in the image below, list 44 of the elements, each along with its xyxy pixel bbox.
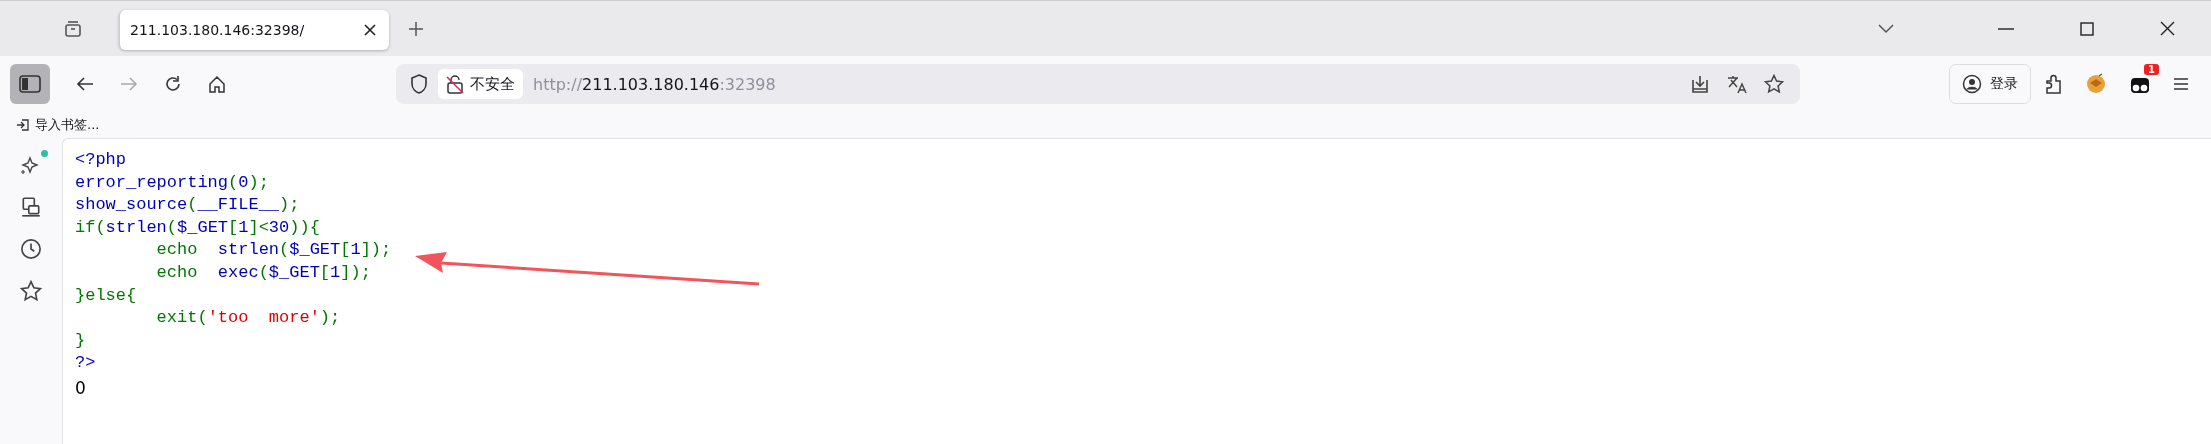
- code-line: show_source(__FILE__);: [75, 194, 300, 217]
- sidebar-toggle-button[interactable]: [10, 64, 50, 104]
- history-clock-icon[interactable]: [20, 238, 42, 260]
- account-icon: [1962, 74, 1982, 94]
- home-icon[interactable]: [208, 75, 226, 93]
- unlocked-icon: [446, 74, 464, 94]
- tab-groups-icon[interactable]: [63, 18, 83, 39]
- sidebar-icon: [19, 75, 41, 93]
- synced-devices-icon[interactable]: [20, 196, 42, 218]
- menu-icon[interactable]: [2173, 77, 2189, 91]
- chevron-down-icon[interactable]: [1877, 22, 1895, 35]
- maximize-icon[interactable]: [2080, 21, 2094, 36]
- import-icon: [16, 118, 30, 132]
- close-icon[interactable]: [363, 22, 377, 37]
- bookmark-star-icon[interactable]: [1764, 74, 1784, 94]
- star-icon[interactable]: [20, 280, 42, 302]
- security-label: 不安全: [470, 74, 515, 94]
- code-line: echo strlen($_GET[1]);: [155, 239, 392, 262]
- shield-icon[interactable]: [410, 74, 428, 94]
- code-line: if(strlen($_GET[1]<30)){: [75, 216, 320, 239]
- code-line: exit('too more');: [155, 307, 341, 330]
- address-bar[interactable]: 不安全 http://211.103.180.146:32398: [396, 64, 1800, 104]
- import-bookmarks-link[interactable]: 导入书签...: [16, 116, 100, 134]
- download-icon[interactable]: [1690, 74, 1710, 94]
- url-text: http://211.103.180.146:32398: [533, 74, 776, 94]
- tab-title: 211.103.180.146:32398/: [130, 21, 306, 38]
- notification-badge: 1: [2144, 64, 2159, 75]
- browser-tab[interactable]: 211.103.180.146:32398/: [119, 9, 389, 50]
- translate-icon[interactable]: [1726, 74, 1748, 94]
- close-icon[interactable]: [2160, 21, 2175, 36]
- back-icon[interactable]: [76, 76, 94, 92]
- login-button[interactable]: 登录: [1949, 64, 2031, 104]
- code-line: }: [75, 329, 86, 352]
- code-line: echo exec($_GET[1]);: [155, 261, 371, 284]
- code-line: error_reporting(0);: [75, 171, 269, 194]
- code-line: }else{: [75, 284, 137, 307]
- puzzle-piece-icon[interactable]: [2045, 73, 2063, 95]
- code-line: ?>: [75, 352, 96, 375]
- minimize-icon[interactable]: [1998, 27, 2014, 30]
- security-indicator[interactable]: 不安全: [438, 69, 523, 99]
- output-text: 0: [75, 377, 86, 398]
- code-line: <?php: [75, 149, 126, 171]
- new-tab-icon[interactable]: [407, 19, 425, 38]
- reload-icon[interactable]: [164, 75, 182, 93]
